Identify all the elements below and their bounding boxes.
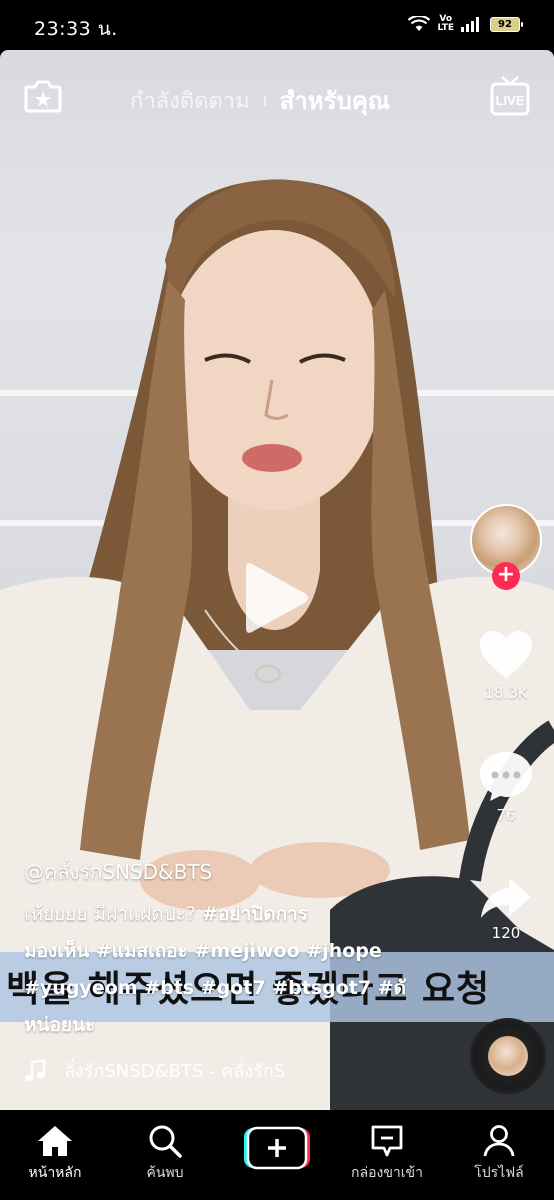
nav-inbox-label: กล่องขาเข้า bbox=[351, 1165, 423, 1181]
share-arrow-icon bbox=[481, 878, 531, 918]
like-count: 18.3K bbox=[484, 684, 528, 702]
music-note-icon bbox=[25, 1059, 46, 1081]
hashtag-line[interactable]: มองเห็น #แมสเถอะ #mejiwoo #jhope bbox=[24, 940, 382, 962]
nav-home-label: หน้าหลัก bbox=[28, 1165, 82, 1181]
creator-avatar-group[interactable]: + bbox=[470, 504, 542, 594]
music-row[interactable]: ลั่งรักSNSD&BTS - คลั่งรักS bbox=[24, 1056, 285, 1085]
top-nav: กำลังติดตาม สำหรับคุณ LIVE bbox=[0, 75, 554, 119]
volte-indicator: Vo LTE bbox=[437, 14, 454, 33]
create-plus-button[interactable] bbox=[244, 1126, 310, 1170]
comment-icon bbox=[480, 752, 532, 801]
comment-count: 76 bbox=[496, 806, 516, 824]
follow-button[interactable]: + bbox=[492, 562, 520, 590]
wifi-icon bbox=[408, 16, 431, 31]
tab-separator bbox=[263, 95, 266, 106]
tab-following[interactable]: กำลังติดตาม bbox=[130, 83, 250, 118]
nav-profile[interactable]: โปรไฟล์ bbox=[444, 1124, 554, 1184]
live-button[interactable]: LIVE bbox=[490, 75, 530, 117]
hashtag-line[interactable]: #yugyeom #bts #got7 #btsgot7 #ดั bbox=[24, 977, 406, 999]
video-caption: @คลั่งรักSNSD&BTS เห้ยยยย มีฝาแฝดปะ? #อย… bbox=[24, 856, 444, 1044]
caption-plain: เห้ยยยย มีฝาแฝดปะ? bbox=[24, 903, 203, 925]
live-camera-icon[interactable] bbox=[24, 79, 62, 113]
creator-username[interactable]: @คลั่งรักSNSD&BTS bbox=[24, 856, 444, 888]
feed-tabs: กำลังติดตาม สำหรับคุณ bbox=[130, 81, 390, 120]
caption-text[interactable]: เห้ยยยย มีฝาแฝดปะ? #อย่าปิดการ มองเห็น #… bbox=[24, 896, 444, 1044]
nav-inbox[interactable]: กล่องขาเข้า bbox=[332, 1124, 442, 1184]
inbox-icon bbox=[371, 1125, 403, 1157]
live-tv-icon: LIVE bbox=[490, 76, 530, 116]
video-player[interactable]: กำลังติดตาม สำหรับคุณ LIVE + 18.3K 76 12… bbox=[0, 50, 554, 1110]
status-time: 23:33 น. bbox=[34, 18, 118, 40]
nav-discover[interactable]: ค้นพบ bbox=[110, 1124, 220, 1184]
heart-icon bbox=[480, 631, 532, 678]
home-icon bbox=[38, 1126, 72, 1156]
share-button[interactable]: 120 bbox=[466, 876, 546, 942]
tab-for-you[interactable]: สำหรับคุณ bbox=[280, 81, 390, 120]
live-label: LIVE bbox=[496, 93, 525, 108]
nav-home[interactable]: หน้าหลัก bbox=[0, 1124, 110, 1184]
hashtag[interactable]: #อย่าปิดการ bbox=[202, 903, 308, 925]
search-icon bbox=[149, 1125, 182, 1158]
comment-button[interactable]: 76 bbox=[466, 750, 546, 824]
share-count: 120 bbox=[491, 924, 521, 942]
profile-icon bbox=[483, 1125, 515, 1157]
status-bar: 23:33 น. Vo LTE 92 bbox=[0, 0, 554, 50]
music-title: ลั่งรักSNSD&BTS - คลั่งรักS bbox=[64, 1061, 286, 1082]
battery-level: 92 bbox=[498, 18, 512, 30]
nav-discover-label: ค้นพบ bbox=[146, 1165, 184, 1181]
nav-profile-label: โปรไฟล์ bbox=[474, 1165, 524, 1181]
caption-tail: หน่อยนะ bbox=[24, 1014, 96, 1036]
bottom-nav: หน้าหลัก ค้นพบ กล่องขาเข้า โปรไฟล์ bbox=[0, 1110, 554, 1200]
music-disc[interactable] bbox=[470, 1018, 546, 1094]
battery-indicator: 92 bbox=[490, 16, 523, 32]
signal-icon bbox=[461, 17, 479, 32]
music-disc-thumbnail bbox=[488, 1036, 528, 1076]
like-button[interactable]: 18.3K bbox=[466, 630, 546, 702]
status-icons: Vo LTE 92 bbox=[408, 14, 523, 34]
play-icon[interactable] bbox=[244, 558, 310, 638]
